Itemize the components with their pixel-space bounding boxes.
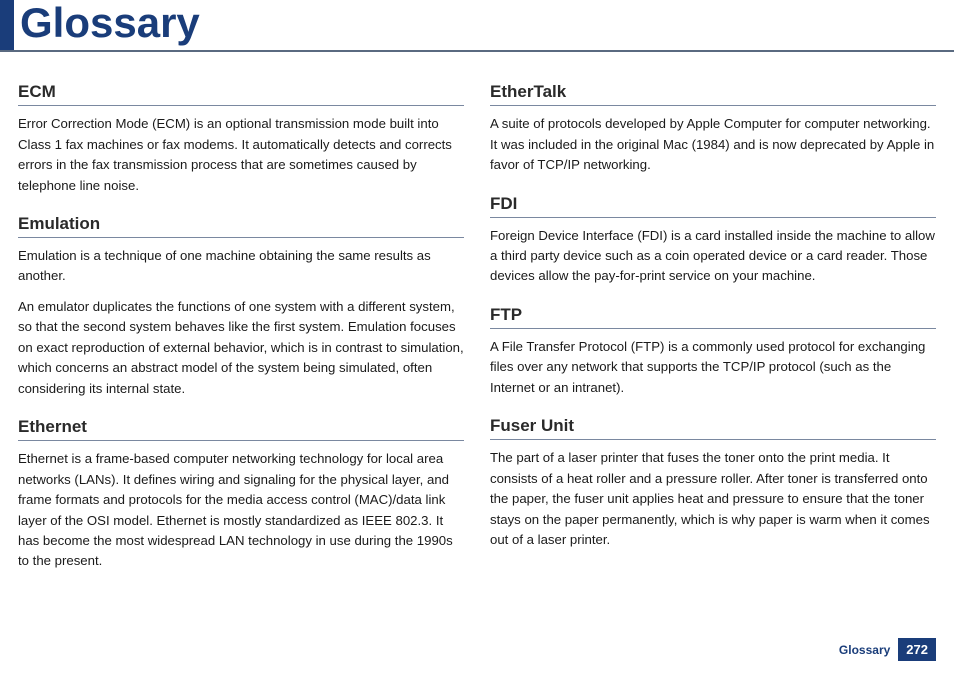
glossary-term: EtherTalk: [490, 82, 936, 106]
definition-paragraph: Ethernet is a frame-based computer netwo…: [18, 449, 464, 572]
glossary-definition: Error Correction Mode (ECM) is an option…: [18, 114, 464, 196]
glossary-definition: A File Transfer Protocol (FTP) is a comm…: [490, 337, 936, 398]
page-title: Glossary: [14, 0, 200, 50]
page-header: Glossary: [0, 0, 954, 52]
page-footer: Glossary 272: [839, 638, 936, 661]
glossary-definition: Ethernet is a frame-based computer netwo…: [18, 449, 464, 572]
glossary-definition: The part of a laser printer that fuses t…: [490, 448, 936, 550]
left-column: ECM Error Correction Mode (ECM) is an op…: [18, 82, 464, 590]
glossary-entry: Ethernet Ethernet is a frame-based compu…: [18, 417, 464, 572]
glossary-term: Fuser Unit: [490, 416, 936, 440]
glossary-entry: Emulation Emulation is a technique of on…: [18, 214, 464, 399]
definition-paragraph: Foreign Device Interface (FDI) is a card…: [490, 226, 936, 287]
definition-paragraph: Error Correction Mode (ECM) is an option…: [18, 114, 464, 196]
glossary-term: Emulation: [18, 214, 464, 238]
definition-paragraph: The part of a laser printer that fuses t…: [490, 448, 936, 550]
glossary-entry: ECM Error Correction Mode (ECM) is an op…: [18, 82, 464, 196]
glossary-term: FDI: [490, 194, 936, 218]
definition-paragraph: An emulator duplicates the functions of …: [18, 297, 464, 399]
glossary-definition: Foreign Device Interface (FDI) is a card…: [490, 226, 936, 287]
glossary-term: ECM: [18, 82, 464, 106]
right-column: EtherTalk A suite of protocols developed…: [490, 82, 936, 590]
header-accent-bar: [0, 0, 14, 50]
glossary-term: FTP: [490, 305, 936, 329]
glossary-definition: Emulation is a technique of one machine …: [18, 246, 464, 399]
definition-paragraph: Emulation is a technique of one machine …: [18, 246, 464, 287]
content-area: ECM Error Correction Mode (ECM) is an op…: [0, 72, 954, 590]
glossary-definition: A suite of protocols developed by Apple …: [490, 114, 936, 175]
definition-paragraph: A suite of protocols developed by Apple …: [490, 114, 936, 175]
footer-section-label: Glossary: [839, 643, 890, 657]
glossary-entry: EtherTalk A suite of protocols developed…: [490, 82, 936, 175]
glossary-entry: FTP A File Transfer Protocol (FTP) is a …: [490, 305, 936, 398]
definition-paragraph: A File Transfer Protocol (FTP) is a comm…: [490, 337, 936, 398]
glossary-term: Ethernet: [18, 417, 464, 441]
footer-page-number: 272: [898, 638, 936, 661]
glossary-entry: FDI Foreign Device Interface (FDI) is a …: [490, 194, 936, 287]
glossary-entry: Fuser Unit The part of a laser printer t…: [490, 416, 936, 550]
